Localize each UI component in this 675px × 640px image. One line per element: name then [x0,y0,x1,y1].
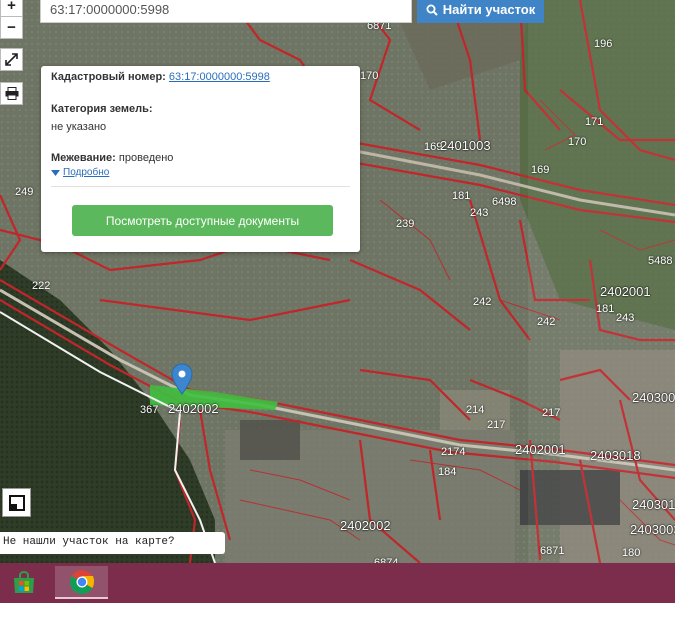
chrome-icon[interactable] [55,566,108,599]
plot-number: 367 [140,404,159,416]
zoom-in-button[interactable]: + [0,0,23,17]
quarter-number: 2403003 [632,390,675,405]
plot-not-found-link[interactable]: Не нашли участок на карте? [0,532,225,554]
search-icon [426,4,438,16]
quarter-number: 2403003 [630,522,675,537]
survey-label: Межевание: [51,152,116,164]
popup-divider [51,186,350,187]
cadastral-label: Кадастровый номер: [51,71,166,83]
zoom-out-button[interactable]: − [0,16,23,39]
quarter-number: 2402001 [600,284,651,299]
caret-down-icon [51,169,60,176]
plot-number: 181 [452,190,471,202]
taskbar [0,563,675,603]
plot-number: 239 [396,218,415,230]
plot-number: 217 [487,419,506,431]
page-bottom-blank [0,603,675,640]
plot-number: 169 [531,164,550,176]
quarter-number: 2402002 [168,401,219,416]
fullscreen-button[interactable] [0,48,23,71]
location-marker-icon[interactable] [171,363,193,395]
find-plot-button[interactable]: Найти участок [417,0,544,23]
plot-number: 242 [473,296,492,308]
plot-number: 6498 [492,196,517,208]
plot-number: 2174 [441,446,466,458]
store-icon[interactable] [7,566,40,599]
layers-icon [8,494,25,511]
plot-number: 214 [466,404,485,416]
plot-number: 6871 [540,545,565,557]
quarter-number: 2401003 [440,138,491,153]
plot-number: 222 [32,280,51,292]
quarter-number: 2403012 [632,497,675,512]
category-value: не указано [51,121,107,133]
expand-icon [5,53,18,66]
cadastral-number-link[interactable]: 63:17:0000000:5998 [169,71,270,83]
plot-number: 243 [616,312,635,324]
details-link[interactable]: Подробно [63,167,109,178]
find-plot-label: Найти участок [442,2,536,17]
plot-info-popup: Кадастровый номер: 63:17:0000000:5998 Ка… [41,66,360,252]
survey-value: проведено [118,152,174,164]
view-documents-button[interactable]: Посмотреть доступные документы [72,205,333,236]
plot-number: 5488 [648,255,673,267]
cadastral-search-input[interactable]: 63:17:0000000:5998 [40,0,412,23]
plot-number: 184 [438,466,457,478]
category-label: Категория земель: [51,103,153,115]
plot-number: 243 [470,207,489,219]
print-button[interactable] [0,82,23,105]
quarter-number: 2403018 [590,448,641,463]
details-toggle[interactable]: Подробно [51,167,109,178]
plot-number: 181 [596,303,615,315]
plot-number: 180 [622,547,641,559]
quarter-number: 2402002 [340,518,391,533]
plot-number: 217 [542,407,561,419]
plot-number: 170 [568,136,587,148]
plot-number: 249 [15,186,34,198]
printer-icon [5,87,18,100]
plot-number: 196 [594,38,613,50]
plot-number: 242 [537,316,556,328]
plot-number: 170 [360,70,379,82]
plot-number: 171 [585,116,604,128]
quarter-number: 2402001 [515,442,566,457]
layers-button[interactable] [2,488,31,517]
